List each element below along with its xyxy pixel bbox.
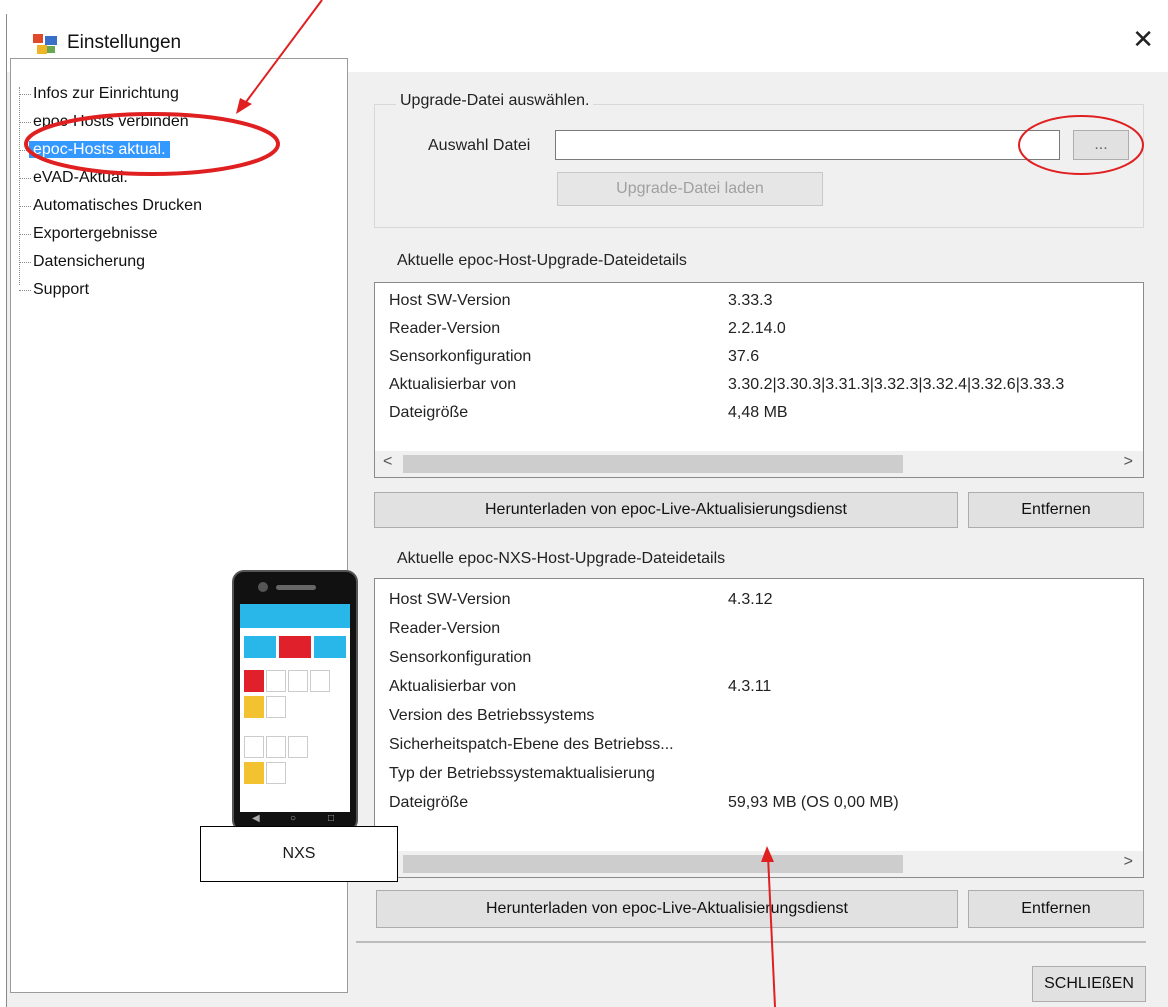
annotation-circle-browse-button <box>1018 115 1144 175</box>
annotation-arrow-bottom <box>767 855 776 1007</box>
annotation-overlay <box>24 0 1144 1007</box>
annotation-circle-selected-item <box>24 112 280 176</box>
annotation-arrowhead-bottom <box>761 846 774 862</box>
annotation-arrowhead-top <box>236 98 252 114</box>
annotation-arrow-top <box>242 0 323 107</box>
